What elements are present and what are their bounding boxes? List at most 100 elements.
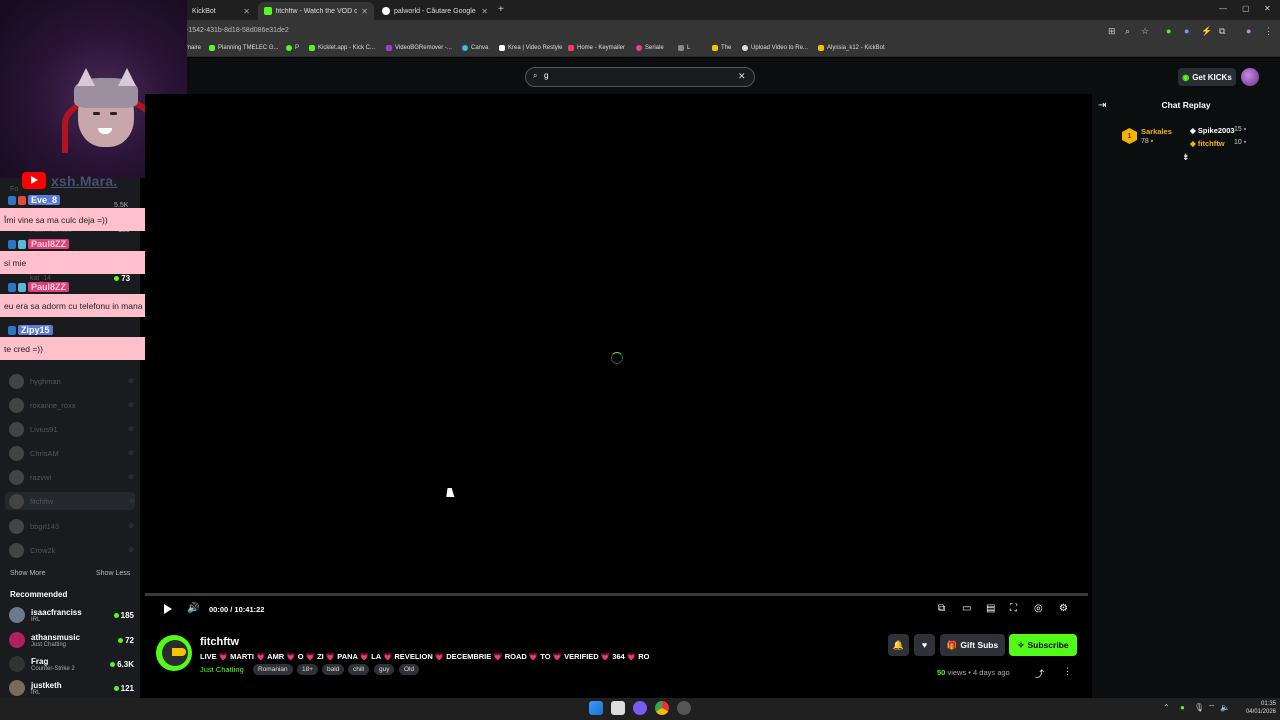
playback-speed-icon[interactable]: ◎ xyxy=(1034,603,1043,614)
bookmark-item[interactable]: Krea | Video Restyle xyxy=(499,45,562,51)
miniplayer-icon[interactable]: ⧉ xyxy=(938,603,945,614)
extension-icon[interactable]: ● xyxy=(1184,26,1189,36)
sidebar-item-livius[interactable]: Livius91 ⊘ xyxy=(9,420,134,438)
recommended-item[interactable]: athansmusic Just Chatting 72 xyxy=(9,629,134,651)
sidebar-item-chrisam[interactable]: ChrisAM ⊘ xyxy=(9,444,134,462)
bookmark-item[interactable]: maire xyxy=(186,45,201,51)
show-less-link[interactable]: Show Less xyxy=(96,570,130,577)
play-icon[interactable] xyxy=(164,604,172,614)
search-input[interactable] xyxy=(544,71,724,80)
follow-button[interactable]: ♥ xyxy=(914,634,935,656)
bookmark-item[interactable]: The xyxy=(712,45,731,51)
new-tab-icon[interactable]: + xyxy=(498,4,504,15)
tab-fitchftw-vod[interactable]: fitchftw - Watch the VOD on Ki ✕ xyxy=(258,2,374,20)
recommended-item[interactable]: justketh IRL 121 xyxy=(9,677,134,699)
file-explorer-icon[interactable] xyxy=(611,701,625,715)
discord-icon[interactable] xyxy=(633,701,647,715)
video-progress-bar[interactable] xyxy=(145,593,1088,596)
bookmark-item[interactable]: Alyssia_k12 - KickBot xyxy=(818,45,885,51)
url-field[interactable]: -1542-431b-8d18-58d086e31de2 xyxy=(186,27,289,34)
collapse-chat-icon[interactable]: ⇥ xyxy=(1098,100,1106,111)
zoom-icon[interactable]: ⌕ xyxy=(1125,26,1130,37)
chrome-icon[interactable] xyxy=(655,701,669,715)
tag-old[interactable]: Old xyxy=(399,664,420,675)
user-avatar[interactable] xyxy=(1241,68,1259,86)
sidebar-item-label: roxanne_roxx xyxy=(30,400,76,410)
settings-app-icon[interactable] xyxy=(677,701,691,715)
avatar xyxy=(9,680,25,696)
bookmark-star-icon[interactable]: ☆ xyxy=(1141,26,1149,37)
settings-gear-icon[interactable]: ⚙ xyxy=(1059,603,1068,614)
bookmark-item[interactable]: Kicklet.app - Kick C... xyxy=(309,45,375,51)
tab-label: fitchftw - Watch the VOD on Ki xyxy=(275,7,358,15)
chat-username-row: Paul8ZZ xyxy=(8,238,70,250)
bookmark-item[interactable]: Canva xyxy=(462,45,488,51)
clear-search-icon[interactable]: ✕ xyxy=(738,71,746,82)
bookmark-item[interactable]: Home - Keymailer xyxy=(568,45,625,51)
tag-18plus[interactable]: 18+ xyxy=(297,664,319,675)
share-icon[interactable]: ⤴ xyxy=(1035,667,1044,680)
extension-icon[interactable]: ⚡ xyxy=(1201,26,1212,37)
recommended-item[interactable]: isaacfranciss IRL 185 xyxy=(9,604,134,626)
live-dot-icon xyxy=(110,661,116,667)
browser-menu-icon[interactable]: ⋮ xyxy=(1264,26,1273,37)
extensions-puzzle-icon[interactable]: ⧉ xyxy=(1219,26,1225,37)
tag-chill[interactable]: chill xyxy=(348,664,370,675)
tag-bald[interactable]: bald xyxy=(322,664,345,675)
subscribe-button[interactable]: ✧ Subscribe xyxy=(1009,634,1077,656)
extension-icon[interactable]: ● xyxy=(1166,26,1171,36)
theater-mode-icon[interactable]: ▭ xyxy=(962,603,971,614)
volume-icon[interactable]: 🔊 xyxy=(187,603,199,614)
sidebar-item-crow[interactable]: Crow2k ⊘ xyxy=(9,541,134,559)
tab-kickbot[interactable]: KickBot ✕ xyxy=(186,2,256,20)
tray-expand-icon[interactable]: ⌃ xyxy=(1163,703,1170,712)
profile-icon[interactable]: ● xyxy=(1246,26,1251,36)
tag-romanian[interactable]: Romanian xyxy=(253,664,293,675)
get-kicks-button[interactable]: ◉ Get KICKs xyxy=(1178,68,1236,86)
leaderboard-name[interactable]: ◆ Spike2003 xyxy=(1190,126,1235,135)
close-tab-icon[interactable]: ✕ xyxy=(481,7,488,16)
more-options-icon[interactable]: ⋮ xyxy=(1063,666,1072,677)
views-label: views xyxy=(947,668,967,677)
clip-icon[interactable]: ▤ xyxy=(986,603,995,614)
bookmark-favicon-icon xyxy=(286,45,292,51)
channel-name[interactable]: fitchftw xyxy=(200,636,239,648)
stream-category-link[interactable]: Just Chatting xyxy=(200,665,244,674)
speaker-icon[interactable]: 🔈 xyxy=(1220,703,1230,712)
windows-start-icon[interactable] xyxy=(589,701,603,715)
viewer-count: 6.3K xyxy=(117,659,134,669)
maximize-icon[interactable]: ▢ xyxy=(1242,4,1250,13)
microphone-icon[interactable]: 🎙 xyxy=(1194,703,1204,712)
sidebar-item-bbgrl[interactable]: bbgrl143 ⊘ xyxy=(9,517,134,535)
video-time: 00:00 / 10:41:22 xyxy=(209,605,265,614)
minimize-icon[interactable]: — xyxy=(1219,4,1227,13)
sidebar-item-razvwi[interactable]: razvwi ⊘ xyxy=(9,468,134,486)
bookmark-item[interactable]: Seriale xyxy=(636,45,664,51)
sidebar-item-roxanne[interactable]: roxanne_roxx ⊘ xyxy=(9,396,134,414)
tray-app-icon[interactable]: ● xyxy=(1180,703,1185,712)
search-icon: ⌕ xyxy=(533,71,538,80)
sidebar-item-hyghman[interactable]: hyghman ⊘ xyxy=(9,372,134,390)
translate-icon[interactable]: ⊞ xyxy=(1108,26,1116,37)
show-more-link[interactable]: Show More xyxy=(10,570,45,577)
fullscreen-icon[interactable]: ⛶ xyxy=(1010,603,1017,614)
gift-subs-button[interactable]: 🎁 Gift Subs xyxy=(940,634,1005,656)
system-clock[interactable]: 01:35 04/01/2026 xyxy=(1232,700,1276,716)
expand-leaderboard-icon[interactable]: ⇟ xyxy=(1182,152,1190,163)
close-tab-icon[interactable]: ✕ xyxy=(243,7,250,16)
sidebar-item-fitchftw[interactable]: fitchftw ⊘ xyxy=(5,492,135,510)
close-window-icon[interactable]: ✕ xyxy=(1264,4,1271,13)
bookmark-item[interactable]: VideoBGRemover -... xyxy=(386,45,452,51)
bookmark-item[interactable]: L xyxy=(678,45,690,51)
close-tab-icon[interactable]: ✕ xyxy=(361,7,368,16)
bookmark-item[interactable]: Upload Video to Re... xyxy=(742,45,808,51)
leaderboard-name[interactable]: Sarkales xyxy=(1141,127,1172,136)
notification-bell-button[interactable]: 🔔 xyxy=(888,634,909,656)
recommended-item[interactable]: Frag Counter-Strike 2 6.3K xyxy=(9,653,134,675)
bookmark-item[interactable]: P xyxy=(286,45,299,51)
wifi-icon[interactable]: ⌔ xyxy=(1208,703,1216,713)
tag-guy[interactable]: guy xyxy=(374,664,395,675)
bookmark-item[interactable]: Planning TMELEC G... xyxy=(209,45,279,51)
leaderboard-name[interactable]: ◆ fitchftw xyxy=(1190,139,1225,148)
tab-palworld-search[interactable]: palworld - Căutare Google ✕ xyxy=(376,2,494,20)
